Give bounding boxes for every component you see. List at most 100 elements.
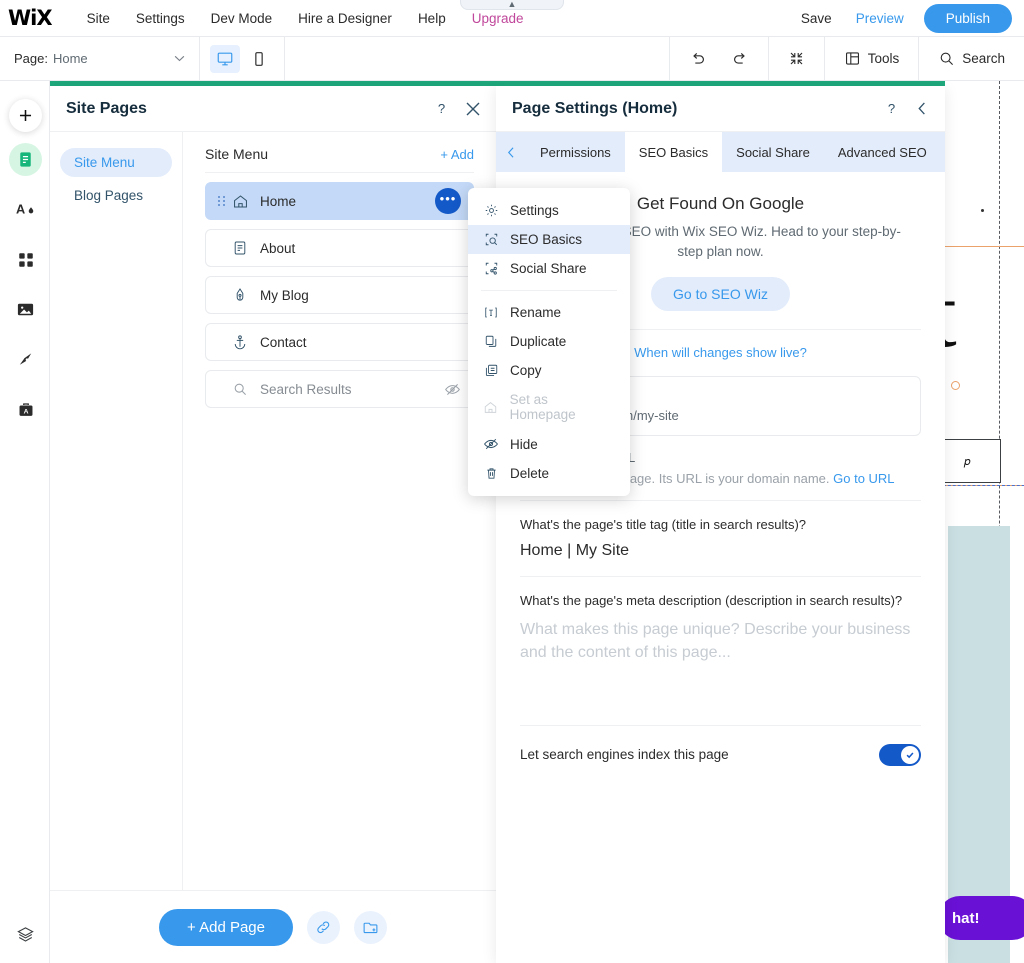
context-menu-item-social-share[interactable]: Social Share (468, 254, 630, 283)
text-and-color-icon: A (16, 201, 33, 216)
context-menu-item-seo-basics[interactable]: SEO Basics (468, 225, 630, 254)
menu-item-site[interactable]: Site (74, 5, 123, 32)
canvas-align-guide (933, 485, 1024, 486)
list-item[interactable]: Home ••• (205, 182, 474, 220)
canvas-chat-button[interactable]: hat! (938, 896, 1024, 940)
list-item[interactable]: About (205, 229, 474, 267)
context-menu-label: Delete (510, 466, 550, 481)
pages-icon (20, 152, 31, 167)
tab-advanced-seo[interactable]: Advanced SEO (824, 132, 941, 172)
go-to-url-link[interactable]: Go to URL (833, 471, 894, 486)
publish-button[interactable]: Publish (923, 3, 1012, 33)
context-menu-item-copy[interactable]: Copy (468, 356, 630, 385)
page-context-menu: Settings SEO Basics Social Share Rename (468, 188, 630, 496)
sidebar-item-site-pages[interactable] (9, 143, 42, 176)
tools-icon (844, 50, 861, 67)
site-pages-panel: Site Pages ? Site Menu Blog Pages Site M… (50, 86, 496, 963)
document-icon (232, 240, 252, 256)
sidebar-item-layers[interactable] (9, 918, 42, 951)
redo-icon[interactable] (722, 45, 758, 73)
tab-seo-basics[interactable]: SEO Basics (624, 132, 723, 172)
search-button[interactable]: Search (929, 45, 1014, 72)
site-menu-list-title: Site Menu (205, 146, 269, 162)
sidebar-item-app-market[interactable] (9, 243, 42, 276)
svg-text:A: A (16, 201, 25, 216)
undo-redo-group (670, 37, 769, 80)
search-label: Search (962, 51, 1005, 66)
context-menu-item-settings[interactable]: Settings (468, 196, 630, 225)
question-mark-icon[interactable]: ? (435, 101, 450, 116)
tabs-prev-icon[interactable] (496, 132, 526, 172)
page-selector-label: Page: (14, 51, 48, 66)
close-icon[interactable] (466, 102, 480, 116)
list-item-label: About (260, 240, 296, 256)
menu-item-dev-mode[interactable]: Dev Mode (198, 5, 286, 32)
svg-text:?: ? (888, 101, 895, 116)
save-button[interactable]: Save (789, 5, 844, 32)
menu-item-hire-a-designer[interactable]: Hire a Designer (285, 5, 405, 32)
add-elements-button[interactable] (9, 99, 42, 132)
apps-grid-icon (18, 252, 33, 267)
context-menu-item-rename[interactable]: Rename (468, 298, 630, 327)
list-item[interactable]: Search Results (205, 370, 474, 408)
sidebar-item-site-menu[interactable]: Site Menu (60, 148, 172, 177)
page-settings-header: Page Settings (Home) ? (496, 86, 945, 132)
when-changes-show-live-link[interactable]: When will changes show live? (634, 345, 807, 360)
go-to-seo-wiz-button[interactable]: Go to SEO Wiz (651, 277, 790, 312)
list-item[interactable]: My Blog (205, 276, 474, 314)
context-menu-item-duplicate[interactable]: Duplicate (468, 327, 630, 356)
sidebar-item-theme-manager[interactable]: A (9, 193, 42, 226)
mobile-icon[interactable] (244, 45, 274, 73)
tab-permissions[interactable]: Permissions (526, 132, 625, 172)
svg-text:A: A (23, 408, 28, 415)
menu-item-help[interactable]: Help (405, 5, 459, 32)
context-menu-label: Social Share (510, 261, 587, 276)
add-link-icon[interactable] (307, 910, 340, 944)
left-icon-rail: A A (0, 81, 50, 963)
image-icon (17, 303, 34, 316)
home-icon (483, 400, 499, 415)
social-share-icon (483, 261, 499, 276)
chevron-left-icon[interactable] (916, 102, 929, 115)
context-menu-item-hide[interactable]: Hide (468, 429, 630, 459)
add-page-button[interactable]: + Add Page (159, 908, 293, 946)
desktop-icon[interactable] (210, 44, 240, 73)
site-pages-nav: Site Menu Blog Pages (50, 132, 183, 890)
index-page-toggle[interactable] (879, 743, 921, 766)
collapsed-panel-tab[interactable]: ▲ (460, 0, 564, 10)
sidebar-item-blog-pages[interactable]: Blog Pages (60, 181, 172, 210)
drag-handle-icon[interactable] (218, 195, 227, 207)
page-selector[interactable]: Page: Home (0, 37, 200, 80)
meta-description-field: What's the page's meta description (desc… (520, 577, 921, 724)
context-menu-item-set-as-homepage: Set as Homepage (468, 385, 630, 429)
preview-button[interactable]: Preview (844, 5, 916, 32)
index-page-row: Let search engines index this page (520, 726, 921, 784)
context-menu-item-delete[interactable]: Delete (468, 459, 630, 488)
home-icon (232, 193, 252, 210)
zoom-out-group (769, 37, 825, 80)
sidebar-item-media[interactable] (9, 293, 42, 326)
title-tag-question: What's the page's title tag (title in se… (520, 517, 807, 533)
page-options-button[interactable]: ••• (435, 188, 461, 214)
rename-text-icon (483, 305, 499, 320)
meta-description-input[interactable]: What makes this page unique? Describe yo… (520, 618, 921, 664)
toolbar-spacer (285, 37, 670, 80)
wix-logo[interactable]: WiX (8, 7, 53, 29)
tab-social-share[interactable]: Social Share (722, 132, 824, 172)
layers-icon (17, 927, 34, 942)
tools-button[interactable]: Tools (835, 45, 909, 72)
menu-item-settings[interactable]: Settings (123, 5, 198, 32)
copy-icon (483, 363, 499, 378)
list-item[interactable]: Contact (205, 323, 474, 361)
undo-icon[interactable] (680, 45, 716, 73)
add-folder-icon[interactable] (354, 910, 387, 944)
zoom-out-icon[interactable] (779, 45, 814, 72)
canvas-resize-handle[interactable] (951, 381, 960, 390)
eye-hidden-icon[interactable] (444, 381, 461, 398)
sidebar-item-my-business[interactable]: A (9, 393, 42, 426)
title-tag-input[interactable]: Home | My Site (520, 542, 921, 560)
question-mark-icon[interactable]: ? (885, 101, 900, 116)
list-item-label: Home (260, 193, 297, 209)
sidebar-item-my-designs[interactable] (9, 343, 42, 376)
add-menu-item-button[interactable]: + Add (440, 147, 474, 162)
